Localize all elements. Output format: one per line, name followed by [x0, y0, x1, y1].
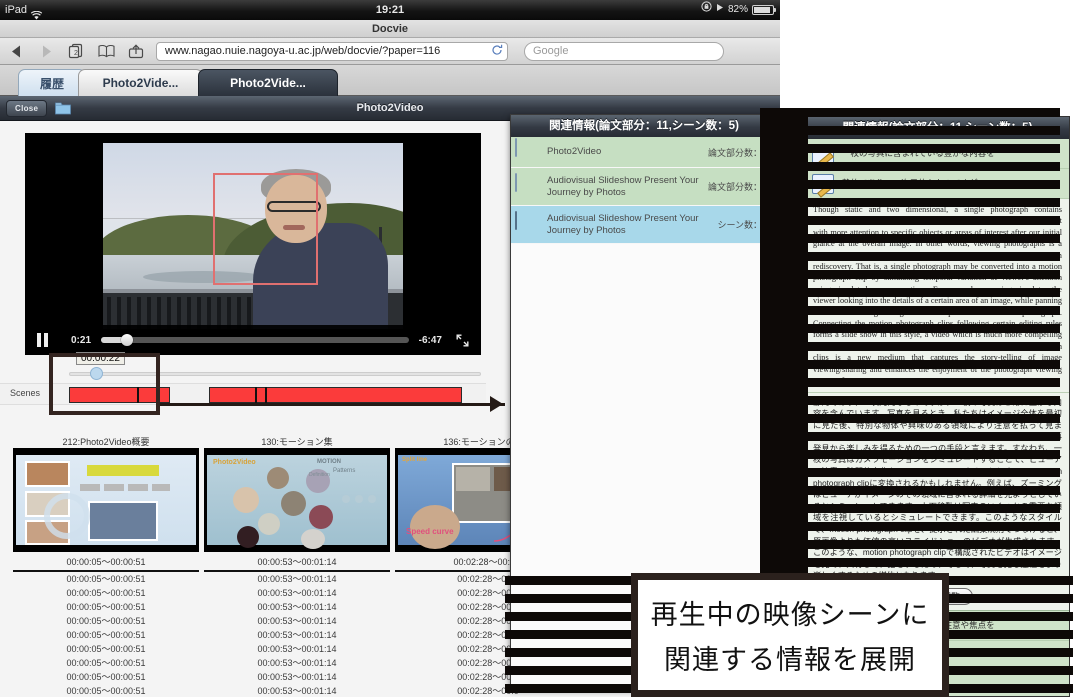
timestamp-row[interactable]: 00:00:53～00:01:14 — [204, 572, 390, 586]
document-icon — [515, 138, 537, 165]
reload-icon[interactable] — [491, 44, 503, 59]
svg-text:2: 2 — [74, 50, 78, 57]
annotation-arrow-line — [160, 403, 505, 406]
related-info-header: 関連情報(論文部分：11,シーン数：5) — [511, 115, 777, 137]
related-row-count: シーン数：5 — [717, 220, 767, 230]
search-input[interactable]: Google — [524, 41, 724, 61]
url-text: www.nagao.nuie.nagoya-u.ac.jp/web/docvie… — [165, 45, 441, 57]
tab-bar: 履歴 Photo2Vide... Photo2Vide... — [0, 65, 780, 96]
browser-window-title: Docvie — [0, 20, 780, 38]
browser-toolbar: 2 www.nagao.nuie.nagoya-u.ac.jp/web/docv… — [0, 38, 780, 65]
search-placeholder: Google — [533, 45, 569, 57]
scrubber-knob[interactable] — [121, 334, 134, 346]
folder-icon[interactable] — [55, 102, 72, 115]
related-row[interactable]: Audiovisual Slideshow Present Your Journ… — [511, 206, 777, 244]
scenes-label: Scenes — [10, 388, 41, 398]
annotation-note-text: 静的であり、二次元的なものですが、一 — [842, 178, 995, 188]
thumbnail-caption: 130:モーション集 — [261, 437, 333, 447]
fullscreen-icon[interactable] — [456, 334, 469, 347]
timestamp-row[interactable]: 00:00:05～00:00:51 — [13, 586, 199, 600]
thumbnail-item[interactable]: 212:Photo2Video概要 00:00:05～00:00:51 — [13, 435, 199, 568]
paper-japanese-body: 静的であり、二次元的なものですが、一枚の写真は非常に豊かな内容を含んでいます。写… — [806, 391, 1069, 584]
share-icon[interactable] — [126, 42, 146, 61]
tab-photo2video-1[interactable]: Photo2Vide... — [78, 69, 203, 96]
thumbnail-image[interactable]: Photo2Video MOTION Patterns Definition — [204, 448, 390, 552]
ios-status-bar: iPad 19:21 82% — [0, 0, 780, 20]
thumbnail-timerange: 00:00:05～00:00:51 — [66, 557, 146, 567]
timestamp-row[interactable]: 00:00:05～00:00:51 — [13, 642, 199, 656]
video-frame-image — [103, 143, 403, 329]
timestamp-row[interactable]: 00:00:05～00:00:51 — [13, 684, 199, 697]
annotation-note-text: 一枚の写真に含まれている豊かな内容を — [842, 148, 995, 158]
address-bar[interactable]: www.nagao.nuie.nagoya-u.ac.jp/web/docvie… — [156, 41, 508, 61]
document-icon — [515, 172, 537, 200]
video-controls: 0:21 -6:47 — [25, 325, 481, 355]
callout-line-1: 再生中の映像シーンに — [650, 600, 930, 631]
timestamp-column: 00:00:05～00:00:51 00:00:05～00:00:51 00:0… — [13, 570, 199, 697]
pencil-icon — [812, 173, 834, 194]
current-time: 0:21 — [71, 334, 92, 346]
thumbnail-timerange: 00:00:53～00:01:14 — [257, 557, 337, 567]
annotation-note[interactable]: 静的であり、二次元的なものですが、一 — [806, 169, 1069, 199]
timestamp-column: 00:00:53～00:01:14 00:00:53～00:01:14 00:0… — [204, 570, 390, 697]
status-clock: 19:21 — [375, 4, 405, 16]
back-arrow-icon[interactable] — [6, 42, 26, 61]
thumbnail-item[interactable]: 130:モーション集 Photo2Video MOTION Patterns D… — [204, 435, 390, 568]
video-player[interactable]: 0:21 -6:47 — [25, 133, 481, 355]
battery-percent: 82% — [727, 4, 748, 15]
annotation-callout: 再生中の映像シーンに 関連する情報を展開 — [631, 573, 949, 697]
timestamp-row[interactable]: 00:00:53～00:01:14 — [204, 600, 390, 614]
timestamp-row[interactable]: 00:00:53～00:01:14 — [204, 684, 390, 697]
rotation-lock-icon — [701, 0, 712, 20]
scene-segment[interactable] — [209, 387, 462, 403]
screenshot-root: iPad 19:21 82% Docvie 2 www.nagao.nuie.n… — [0, 0, 1073, 697]
scene-divider — [255, 387, 257, 403]
timestamp-row[interactable]: 00:00:53～00:01:14 — [204, 628, 390, 642]
thumbnail-caption: 212:Photo2Video概要 — [62, 437, 150, 447]
timestamp-row[interactable]: 00:00:05～00:00:51 — [13, 656, 199, 670]
related-row[interactable]: Photo2Video 論文部分数：9 — [511, 137, 777, 168]
callout-line-2: 関連する情報を展開 — [664, 645, 916, 676]
timestamp-row[interactable]: 00:00:05～00:00:51 — [13, 572, 199, 586]
related-row-title: Photo2Video — [547, 146, 602, 157]
timestamp-row[interactable]: 00:00:53～00:01:14 — [204, 642, 390, 656]
attention-region-box — [213, 173, 318, 285]
tab-history[interactable]: 履歴 — [18, 69, 86, 96]
related-row-title: Audiovisual Slideshow Present Your Journ… — [547, 212, 699, 236]
thumbnail-image[interactable] — [13, 448, 199, 552]
timestamp-row[interactable]: 00:00:53～00:01:14 — [204, 670, 390, 684]
tv-icon — [515, 210, 537, 238]
pencil-icon — [812, 143, 834, 164]
related-row-count: 論文部分数：2 — [707, 182, 767, 192]
status-right: 82% — [701, 0, 776, 20]
tabs-icon[interactable]: 2 — [66, 42, 86, 61]
timestamp-row[interactable]: 00:00:05～00:00:51 — [13, 614, 199, 628]
related-row-count: 論文部分数：9 — [707, 147, 767, 158]
annotation-highlight-box — [49, 353, 160, 415]
pause-icon[interactable] — [37, 333, 49, 347]
timestamp-row[interactable]: 00:00:53～00:01:14 — [204, 656, 390, 670]
play-indicator-icon — [716, 0, 724, 20]
timestamp-row[interactable]: 00:00:53～00:01:14 — [204, 614, 390, 628]
annotation-note[interactable]: 一枚の写真に含まれている豊かな内容を — [806, 139, 1069, 169]
bookmarks-icon[interactable] — [96, 42, 116, 61]
timestamp-row[interactable]: 00:00:05～00:00:51 — [13, 600, 199, 614]
video-scrubber[interactable] — [101, 334, 409, 346]
tab-photo2video-2[interactable]: Photo2Vide... — [198, 69, 338, 96]
scene-divider — [265, 387, 267, 403]
timestamp-row[interactable]: 00:00:05～00:00:51 — [13, 670, 199, 684]
timestamp-row[interactable]: 00:00:05～00:00:51 — [13, 628, 199, 642]
annotation-arrow-head — [490, 396, 503, 412]
related-row-title: Audiovisual Slideshow Present Your Journ… — [547, 174, 699, 198]
related-row[interactable]: Audiovisual Slideshow Present Your Journ… — [511, 168, 777, 206]
document-panel-header: 関連情報(論文部分：11,シーン数：5) — [806, 117, 1069, 139]
forward-arrow-icon[interactable] — [36, 42, 56, 61]
remaining-time: -6:47 — [418, 334, 442, 346]
close-button[interactable]: Close — [6, 99, 48, 117]
battery-icon — [752, 5, 776, 15]
paper-english-body: Though static and two dimensional, a sin… — [806, 199, 1069, 392]
timestamp-row[interactable]: 00:00:53～00:01:14 — [204, 586, 390, 600]
